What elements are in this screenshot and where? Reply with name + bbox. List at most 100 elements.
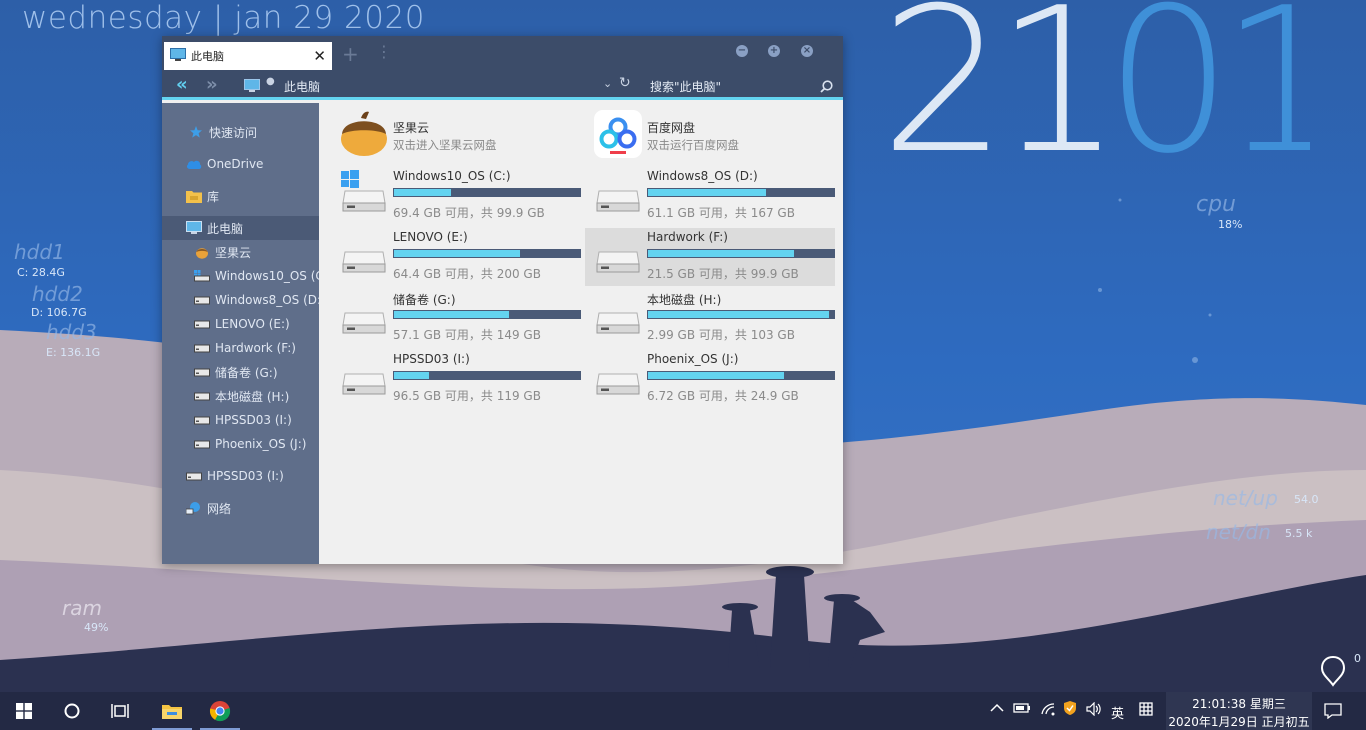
drive-free-space: 6.72 GB 可用，共 24.9 GB bbox=[647, 389, 799, 403]
notification-balloon-icon[interactable] bbox=[1320, 655, 1346, 691]
search-icon[interactable] bbox=[820, 78, 833, 97]
forward-button[interactable]: » bbox=[206, 74, 218, 95]
drive-tile[interactable]: Windows8_OS (D:) 61.1 GB 可用，共 167 GB bbox=[585, 167, 835, 225]
title-bar[interactable]: 此电脑 ✕ + ⋮ − + × bbox=[162, 36, 843, 70]
app-tile[interactable]: 坚果云 双击进入坚果云网盘 bbox=[333, 107, 583, 165]
drive-tile[interactable]: 本地磁盘 (H:) 2.99 GB 可用，共 103 GB bbox=[585, 289, 835, 347]
hdd2-value: D: 106.7G bbox=[31, 306, 87, 319]
drive-name: HPSSD03 (I:) bbox=[393, 352, 470, 366]
sidebar-item[interactable]: Phoenix_OS (J:) bbox=[162, 432, 319, 456]
sidebar-item-label: LENOVO (E:) bbox=[215, 317, 290, 331]
tab-menu-button[interactable]: ⋮ bbox=[376, 42, 392, 61]
chevron-up-icon[interactable] bbox=[990, 702, 1004, 717]
taskbar-clock[interactable]: 21:01:38 星期三 2020年1月29日 正月初五 bbox=[1166, 692, 1312, 730]
drive-tile[interactable]: 储备卷 (G:) 57.1 GB 可用，共 149 GB bbox=[331, 289, 581, 347]
refresh-icon[interactable]: ↻ bbox=[619, 75, 631, 91]
drive-icon bbox=[194, 388, 210, 404]
wifi-icon[interactable] bbox=[1040, 702, 1056, 720]
battery-icon[interactable] bbox=[1013, 702, 1031, 718]
windows-drive-icon bbox=[194, 268, 210, 284]
sidebar-item[interactable]: 快速访问 bbox=[162, 120, 319, 144]
breadcrumb-separator: ● bbox=[266, 76, 275, 87]
taskbar-date: 2020年1月29日 正月初五 bbox=[1168, 715, 1310, 729]
notification-count: 0 bbox=[1354, 652, 1361, 665]
tab-title: 此电脑 bbox=[191, 50, 224, 63]
tab-close-button[interactable]: ✕ bbox=[313, 48, 326, 64]
drive-icon bbox=[194, 436, 210, 452]
close-button[interactable]: × bbox=[801, 45, 813, 57]
ram-label: ram bbox=[62, 596, 102, 620]
cortana-circle-icon bbox=[64, 703, 80, 719]
drive-tile[interactable]: HPSSD03 (I:) 96.5 GB 可用，共 119 GB bbox=[331, 350, 581, 408]
drive-free-space: 57.1 GB 可用，共 149 GB bbox=[393, 328, 541, 342]
drive-tile[interactable]: Windows10_OS (C:) 69.4 GB 可用，共 99.9 GB bbox=[331, 167, 581, 225]
task-view-icon bbox=[111, 704, 129, 718]
drive-usage-bar bbox=[647, 310, 835, 319]
cpu-label: cpu bbox=[1196, 192, 1237, 217]
sidebar-item[interactable]: 本地磁盘 (H:) bbox=[162, 384, 319, 408]
net-dn-value: 5.5 k bbox=[1285, 527, 1313, 540]
clock-digit-2: 1 bbox=[995, 0, 1122, 178]
chrome-icon bbox=[209, 701, 231, 722]
drive-icon bbox=[186, 468, 202, 484]
taskbar-file-explorer[interactable] bbox=[148, 692, 196, 730]
drive-tile[interactable]: LENOVO (E:) 64.4 GB 可用，共 200 GB bbox=[331, 228, 581, 286]
sidebar-item[interactable]: 储备卷 (G:) bbox=[162, 360, 319, 384]
sidebar-item[interactable]: HPSSD03 (I:) bbox=[162, 408, 319, 432]
taskbar-chrome[interactable] bbox=[196, 692, 244, 730]
sidebar-item-label: OneDrive bbox=[207, 157, 264, 171]
sidebar-item[interactable]: Windows8_OS (D:) bbox=[162, 288, 319, 312]
sidebar-item-label: 快速访问 bbox=[209, 125, 258, 140]
search-input[interactable]: 搜索"此电脑" bbox=[650, 78, 721, 95]
drive-icon bbox=[339, 289, 389, 339]
drive-tile[interactable]: Phoenix_OS (J:) 6.72 GB 可用，共 24.9 GB bbox=[585, 350, 835, 408]
drive-icon bbox=[194, 340, 210, 356]
drive-icon bbox=[194, 316, 210, 332]
task-view-button[interactable] bbox=[96, 692, 144, 730]
sidebar-item[interactable]: Windows10_OS (C:) bbox=[162, 264, 319, 288]
chevron-down-icon[interactable]: ⌄ bbox=[603, 77, 612, 90]
sidebar-item-label: HPSSD03 (I:) bbox=[207, 469, 284, 483]
app-tile[interactable]: 百度网盘 双击运行百度网盘 bbox=[587, 107, 837, 165]
sidebar-item[interactable]: 此电脑 bbox=[162, 216, 319, 240]
drive-usage-bar bbox=[393, 249, 581, 258]
maximize-button[interactable]: + bbox=[768, 45, 780, 57]
net-up-value: 54.0 bbox=[1294, 493, 1319, 506]
back-button[interactable]: « bbox=[176, 74, 188, 95]
drive-free-space: 61.1 GB 可用，共 167 GB bbox=[647, 206, 795, 220]
drive-usage-fill bbox=[394, 189, 451, 196]
hdd2-label: hdd2 bbox=[32, 282, 83, 306]
navigation-pane: 快速访问 OneDrive 库此电脑坚果云 Windows10_OS (C:) Wind… bbox=[162, 103, 319, 564]
security-shield-icon[interactable] bbox=[1063, 700, 1077, 720]
keyboard-layout-icon[interactable] bbox=[1139, 702, 1153, 720]
input-method-indicator[interactable]: 英 bbox=[1111, 703, 1124, 722]
drive-tile[interactable]: Hardwork (F:) 21.5 GB 可用，共 99.9 GB bbox=[585, 228, 835, 286]
hdd3-label: hdd3 bbox=[46, 320, 97, 344]
sidebar-item[interactable]: 坚果云 bbox=[162, 240, 319, 264]
volume-icon[interactable] bbox=[1086, 701, 1102, 720]
sidebar-item[interactable]: HPSSD03 (I:) bbox=[162, 464, 319, 488]
start-button[interactable] bbox=[0, 692, 48, 730]
drive-free-space: 96.5 GB 可用，共 119 GB bbox=[393, 389, 541, 403]
tab-this-pc[interactable]: 此电脑 ✕ bbox=[164, 42, 332, 70]
sidebar-item[interactable]: OneDrive bbox=[162, 152, 319, 176]
search-button[interactable] bbox=[48, 692, 96, 730]
sidebar-item[interactable]: LENOVO (E:) bbox=[162, 312, 319, 336]
network-icon bbox=[186, 500, 202, 516]
sidebar-item[interactable]: 网络 bbox=[162, 496, 319, 520]
drive-icon bbox=[593, 289, 643, 339]
breadcrumb[interactable]: 此电脑 bbox=[284, 78, 320, 95]
drive-icon bbox=[194, 292, 210, 308]
action-center-icon[interactable] bbox=[1324, 703, 1342, 723]
windows-logo-icon bbox=[16, 703, 32, 719]
app-description: 双击运行百度网盘 bbox=[647, 138, 739, 152]
drive-name: 储备卷 (G:) bbox=[393, 293, 456, 307]
new-tab-button[interactable]: + bbox=[342, 42, 359, 66]
sidebar-item-label: Windows10_OS (C:) bbox=[215, 269, 319, 283]
minimize-button[interactable]: − bbox=[736, 45, 748, 57]
drive-usage-bar bbox=[393, 310, 581, 319]
sidebar-item-label: Windows8_OS (D:) bbox=[215, 293, 319, 307]
sidebar-item[interactable]: 库 bbox=[162, 184, 319, 208]
drive-icon bbox=[593, 228, 643, 278]
sidebar-item[interactable]: Hardwork (F:) bbox=[162, 336, 319, 360]
